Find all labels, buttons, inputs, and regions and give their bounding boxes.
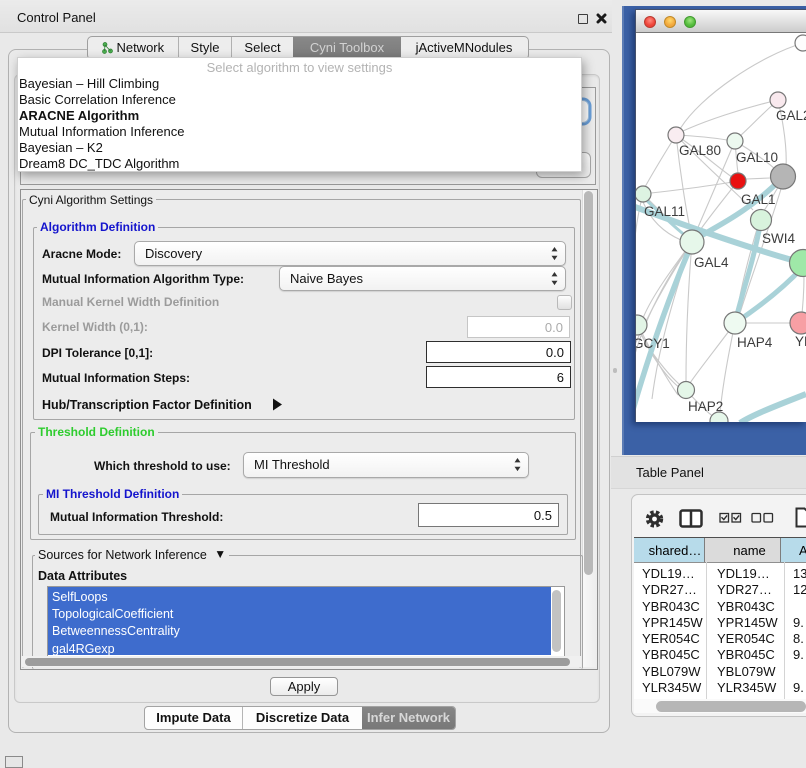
svg-text:SWI4: SWI4 bbox=[762, 231, 795, 246]
svg-text:GAL11: GAL11 bbox=[644, 204, 685, 219]
svg-text:GCY1: GCY1 bbox=[636, 336, 670, 351]
svg-text:GAL10: GAL10 bbox=[736, 150, 778, 165]
svg-text:GAL80: GAL80 bbox=[679, 143, 721, 158]
svg-text:GAL4: GAL4 bbox=[694, 255, 729, 270]
svg-text:GAL2: GAL2 bbox=[776, 108, 806, 123]
svg-text:HAP2: HAP2 bbox=[688, 399, 723, 414]
svg-text:GAL1: GAL1 bbox=[741, 192, 776, 207]
svg-text:HAP4: HAP4 bbox=[737, 335, 773, 350]
svg-text:YEL: YEL bbox=[795, 334, 806, 349]
